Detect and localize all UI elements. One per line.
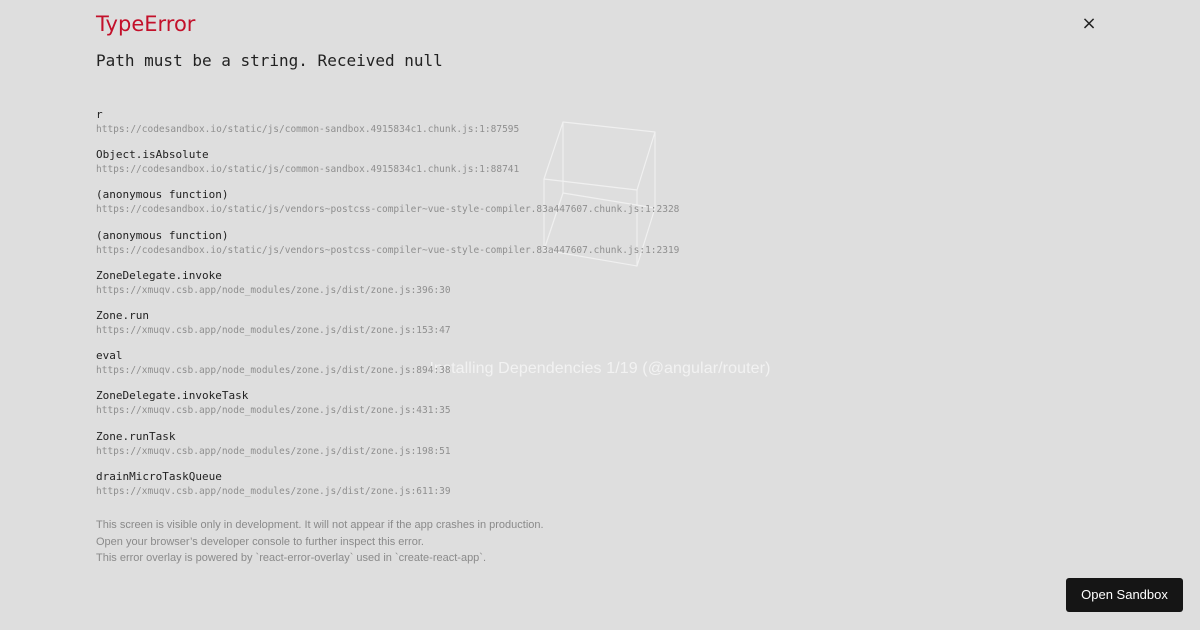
stack-frame[interactable]: (anonymous function) https://codesandbox… bbox=[96, 188, 1096, 228]
error-overlay: TypeError × Path must be a string. Recei… bbox=[0, 0, 1200, 630]
footer-line: This screen is visible only in developme… bbox=[96, 519, 544, 531]
stack-frame-location: https://xmuqv.csb.app/node_modules/zone.… bbox=[96, 445, 451, 457]
stack-frame-function: Object.isAbsolute bbox=[96, 148, 209, 162]
stack-frame-function: Zone.run bbox=[96, 308, 149, 322]
stack-frame-function: r bbox=[96, 108, 103, 121]
stack-frame-location: https://xmuqv.csb.app/node_modules/zone.… bbox=[96, 405, 451, 417]
stack-frame-function: (anonymous function) bbox=[96, 188, 229, 202]
stack-frame[interactable]: ZoneDelegate.invokeTask https://xmuqv.cs… bbox=[96, 389, 1096, 429]
close-icon[interactable]: × bbox=[1078, 13, 1100, 35]
open-sandbox-button[interactable]: Open Sandbox bbox=[1066, 578, 1183, 612]
stack-frame[interactable]: eval https://xmuqv.csb.app/node_modules/… bbox=[96, 349, 1096, 389]
stack-frame-location: https://codesandbox.io/static/js/common-… bbox=[96, 124, 520, 135]
stack-trace: r https://codesandbox.io/static/js/commo… bbox=[96, 108, 1096, 510]
footer-line: This error overlay is powered by `react-… bbox=[96, 552, 487, 564]
stack-frame-location: https://codesandbox.io/static/js/common-… bbox=[96, 164, 520, 176]
error-message: Path must be a string. Received null bbox=[96, 51, 443, 70]
stack-frame-location: https://xmuqv.csb.app/node_modules/zone.… bbox=[96, 365, 451, 377]
stack-frame-function: drainMicroTaskQueue bbox=[96, 469, 222, 483]
stack-frame[interactable]: r https://codesandbox.io/static/js/commo… bbox=[96, 108, 1096, 148]
stack-frame-location: https://xmuqv.csb.app/node_modules/zone.… bbox=[96, 485, 451, 497]
stack-frame-location: https://xmuqv.csb.app/node_modules/zone.… bbox=[96, 324, 451, 336]
stack-frame[interactable]: drainMicroTaskQueue https://xmuqv.csb.ap… bbox=[96, 470, 1096, 510]
stack-frame[interactable]: (anonymous function) https://codesandbox… bbox=[96, 229, 1096, 269]
stack-frame[interactable]: Object.isAbsolute https://codesandbox.io… bbox=[96, 148, 1096, 188]
overlay-footer: This screen is visible only in developme… bbox=[96, 517, 544, 567]
stack-frame-function: (anonymous function) bbox=[96, 228, 229, 242]
stack-frame-function: ZoneDelegate.invoke bbox=[96, 268, 222, 282]
stack-frame[interactable]: Zone.run https://xmuqv.csb.app/node_modu… bbox=[96, 309, 1096, 349]
stack-frame[interactable]: Zone.runTask https://xmuqv.csb.app/node_… bbox=[96, 430, 1096, 470]
stack-frame-location: https://codesandbox.io/static/js/vendors… bbox=[96, 244, 680, 256]
stack-frame-location: https://codesandbox.io/static/js/vendors… bbox=[96, 204, 680, 216]
stack-frame-function: ZoneDelegate.invokeTask bbox=[96, 389, 249, 403]
error-title: TypeError bbox=[96, 12, 196, 36]
stack-frame-function: Zone.runTask bbox=[96, 429, 176, 443]
footer-line: Open your browser’s developer console to… bbox=[96, 535, 424, 548]
stack-frame-location: https://xmuqv.csb.app/node_modules/zone.… bbox=[96, 284, 451, 296]
stack-frame[interactable]: ZoneDelegate.invoke https://xmuqv.csb.ap… bbox=[96, 269, 1096, 309]
stack-frame-function: eval bbox=[96, 349, 123, 363]
